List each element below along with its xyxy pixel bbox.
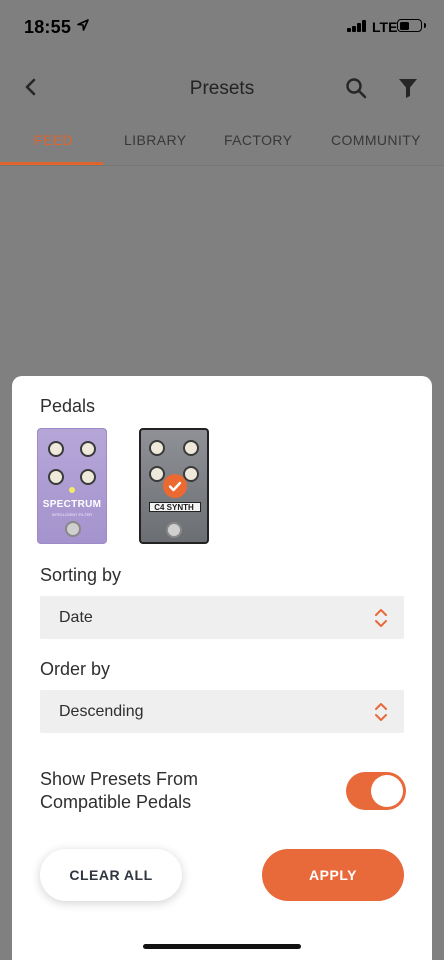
battery-icon [397,19,426,32]
tab-library[interactable]: LIBRARY [124,132,186,148]
sorting-value: Date [59,609,93,626]
order-value: Descending [59,703,144,720]
filter-sheet: Pedals SPECTRUM INTELLIGENT FILTER C4 SY… [12,376,432,960]
compatible-label-line2: Compatible Pedals [40,792,192,812]
tab-feed[interactable]: FEED [34,132,73,148]
signal-strength-icon [347,20,369,32]
pedal-name: SPECTRUM [42,499,102,510]
checkmark-icon [168,481,182,492]
filter-funnel-icon[interactable] [396,76,420,100]
status-time: 18:55 [24,17,72,37]
updown-chevrons-icon [375,609,387,627]
location-arrow-icon [77,19,89,31]
network-type: LTE [372,19,398,35]
clear-all-button[interactable]: CLEAR ALL [40,849,182,901]
tab-community[interactable]: COMMUNITY [331,132,421,148]
order-label: Order by [40,659,111,679]
tab-bar: FEED LIBRARY FACTORY COMMUNITY [0,122,444,166]
order-select[interactable]: Descending [40,690,404,733]
app-header: Presets FEED LIBRARY FACTORY COMMUNITY [0,54,444,166]
page-title: Presets [189,78,255,99]
sorting-label: Sorting by [40,565,122,585]
tab-factory[interactable]: FACTORY [224,132,292,148]
pedal-subtitle: INTELLIGENT FILTER [51,512,93,517]
pedal-spectrum[interactable]: SPECTRUM INTELLIGENT FILTER [37,428,107,544]
compatible-pedals-label: Show Presets From Compatible Pedals [40,768,198,814]
apply-button[interactable]: APPLY [262,849,404,901]
updown-chevrons-icon [375,703,387,721]
toggle-thumb [371,775,403,807]
active-tab-indicator [0,162,103,165]
compatible-pedals-toggle[interactable] [346,772,406,810]
pedal-c4-synth[interactable]: C4 SYNTH [139,428,209,544]
selected-badge [163,474,187,498]
sorting-select[interactable]: Date [40,596,404,639]
search-icon[interactable] [344,76,368,100]
compatible-label-line1: Show Presets From [40,769,199,789]
pedal-name: C4 SYNTH [154,503,194,512]
status-bar: 18:55 LTE [0,0,444,54]
home-indicator [143,944,301,949]
pedals-label: Pedals [40,396,96,416]
